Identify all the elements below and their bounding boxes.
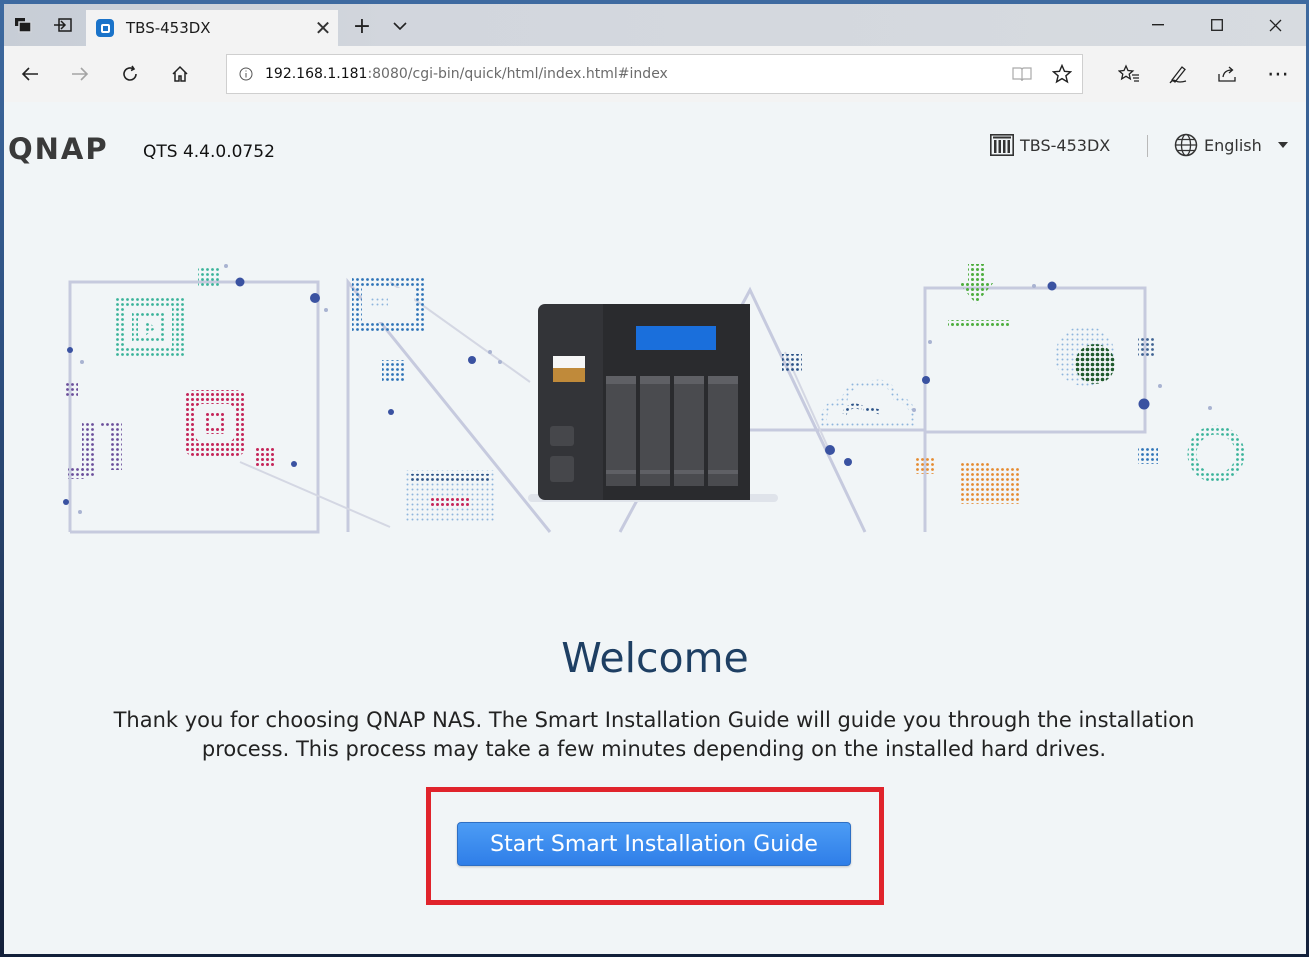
tab-close-icon[interactable]: ✕ bbox=[308, 13, 338, 43]
address-bar[interactable]: 192.168.1.181:8080/cgi-bin/quick/html/in… bbox=[226, 54, 1083, 94]
reading-view-icon[interactable] bbox=[1002, 55, 1042, 93]
favorite-star-icon[interactable] bbox=[1042, 55, 1082, 93]
tab-active[interactable]: TBS-453DX ✕ bbox=[86, 10, 338, 46]
info-icon[interactable] bbox=[227, 67, 265, 81]
chevron-down-icon[interactable] bbox=[382, 10, 418, 42]
language-selector[interactable]: English bbox=[1174, 133, 1288, 157]
browser-window: TBS-453DX ✕ + 192.168.1.181:8080/cgi-bi… bbox=[4, 4, 1306, 954]
minimize-icon[interactable] bbox=[1129, 4, 1187, 46]
qts-version: QTS 4.4.0.0752 bbox=[143, 142, 275, 162]
description-line-2: process. This process may take a few min… bbox=[201, 737, 1107, 761]
home-icon[interactable] bbox=[160, 54, 200, 94]
maximize-icon[interactable] bbox=[1188, 4, 1246, 46]
refresh-icon[interactable] bbox=[110, 54, 150, 94]
page-content: QNAP QTS 4.4.0.0752 TBS-453DX English We… bbox=[4, 102, 1306, 954]
set-aside-tabs-button[interactable] bbox=[44, 4, 82, 46]
favorites-hub-icon[interactable] bbox=[1109, 54, 1149, 94]
language-label: English bbox=[1204, 135, 1262, 155]
qnap-favicon-icon bbox=[96, 19, 114, 37]
tab-strip: TBS-453DX ✕ + bbox=[4, 4, 1306, 46]
new-tab-icon[interactable]: + bbox=[344, 10, 380, 42]
welcome-description: Thank you for choosing QNAP NAS. The Sma… bbox=[44, 706, 1264, 764]
start-smart-installation-guide-button[interactable]: Start Smart Installation Guide bbox=[457, 822, 851, 866]
chevron-down-icon bbox=[1277, 142, 1288, 148]
navigation-bar: 192.168.1.181:8080/cgi-bin/quick/html/in… bbox=[4, 46, 1306, 102]
qnap-logo: QNAP bbox=[8, 132, 109, 166]
header-divider bbox=[1147, 135, 1148, 157]
globe-icon bbox=[1174, 133, 1198, 157]
nas-device-icon bbox=[990, 134, 1014, 156]
more-options-icon[interactable]: ⋯ bbox=[1258, 54, 1298, 94]
hero-illustration bbox=[63, 264, 1245, 534]
back-arrow-icon[interactable] bbox=[10, 54, 50, 94]
tab-actions-button[interactable] bbox=[4, 4, 42, 46]
welcome-title: Welcome bbox=[561, 634, 749, 682]
forward-arrow-icon[interactable] bbox=[60, 54, 100, 94]
tab-actions-icon bbox=[15, 18, 32, 33]
set-aside-icon bbox=[54, 18, 72, 32]
pen-icon[interactable] bbox=[1158, 54, 1198, 94]
device-name: TBS-453DX bbox=[1020, 135, 1111, 155]
tab-title: TBS-453DX bbox=[126, 19, 211, 37]
device-indicator: TBS-453DX bbox=[990, 134, 1110, 156]
url-path: :8080/cgi-bin/quick/html/index.html#inde… bbox=[367, 66, 668, 82]
description-line-1: Thank you for choosing QNAP NAS. The Sma… bbox=[113, 708, 1195, 732]
share-icon[interactable] bbox=[1207, 54, 1247, 94]
url-host: 192.168.1.181 bbox=[265, 66, 368, 82]
close-window-icon[interactable] bbox=[1246, 4, 1304, 46]
